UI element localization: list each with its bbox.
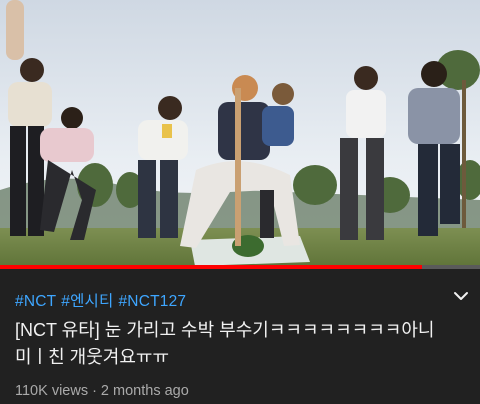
hashtag-link[interactable]: #NCT (15, 293, 56, 310)
video-frame (0, 0, 480, 268)
chevron-down-icon[interactable] (452, 289, 470, 303)
upload-age: 2 months ago (100, 383, 189, 399)
meta-separator: · (92, 383, 97, 399)
hashtag-row: #NCT #엔시티 #NCT127 (15, 289, 191, 311)
hashtag-link[interactable]: #NCT127 (118, 293, 186, 310)
hashtag-link[interactable]: #엔시티 (61, 293, 113, 310)
video-title[interactable]: [NCT 유타] 눈 가리고 수박 부수기ㅋㅋㅋㅋㅋㅋㅋㅋ아니 미ㅣ친 개웃겨요… (15, 317, 445, 371)
video-info-panel: #NCT #엔시티 #NCT127 [NCT 유타] 눈 가리고 수박 부수기ㅋㅋㅋ… (0, 269, 480, 404)
view-count: 110K views (15, 383, 89, 399)
video-player[interactable] (0, 0, 480, 268)
video-meta: 110K views · 2 months ago (15, 383, 189, 399)
